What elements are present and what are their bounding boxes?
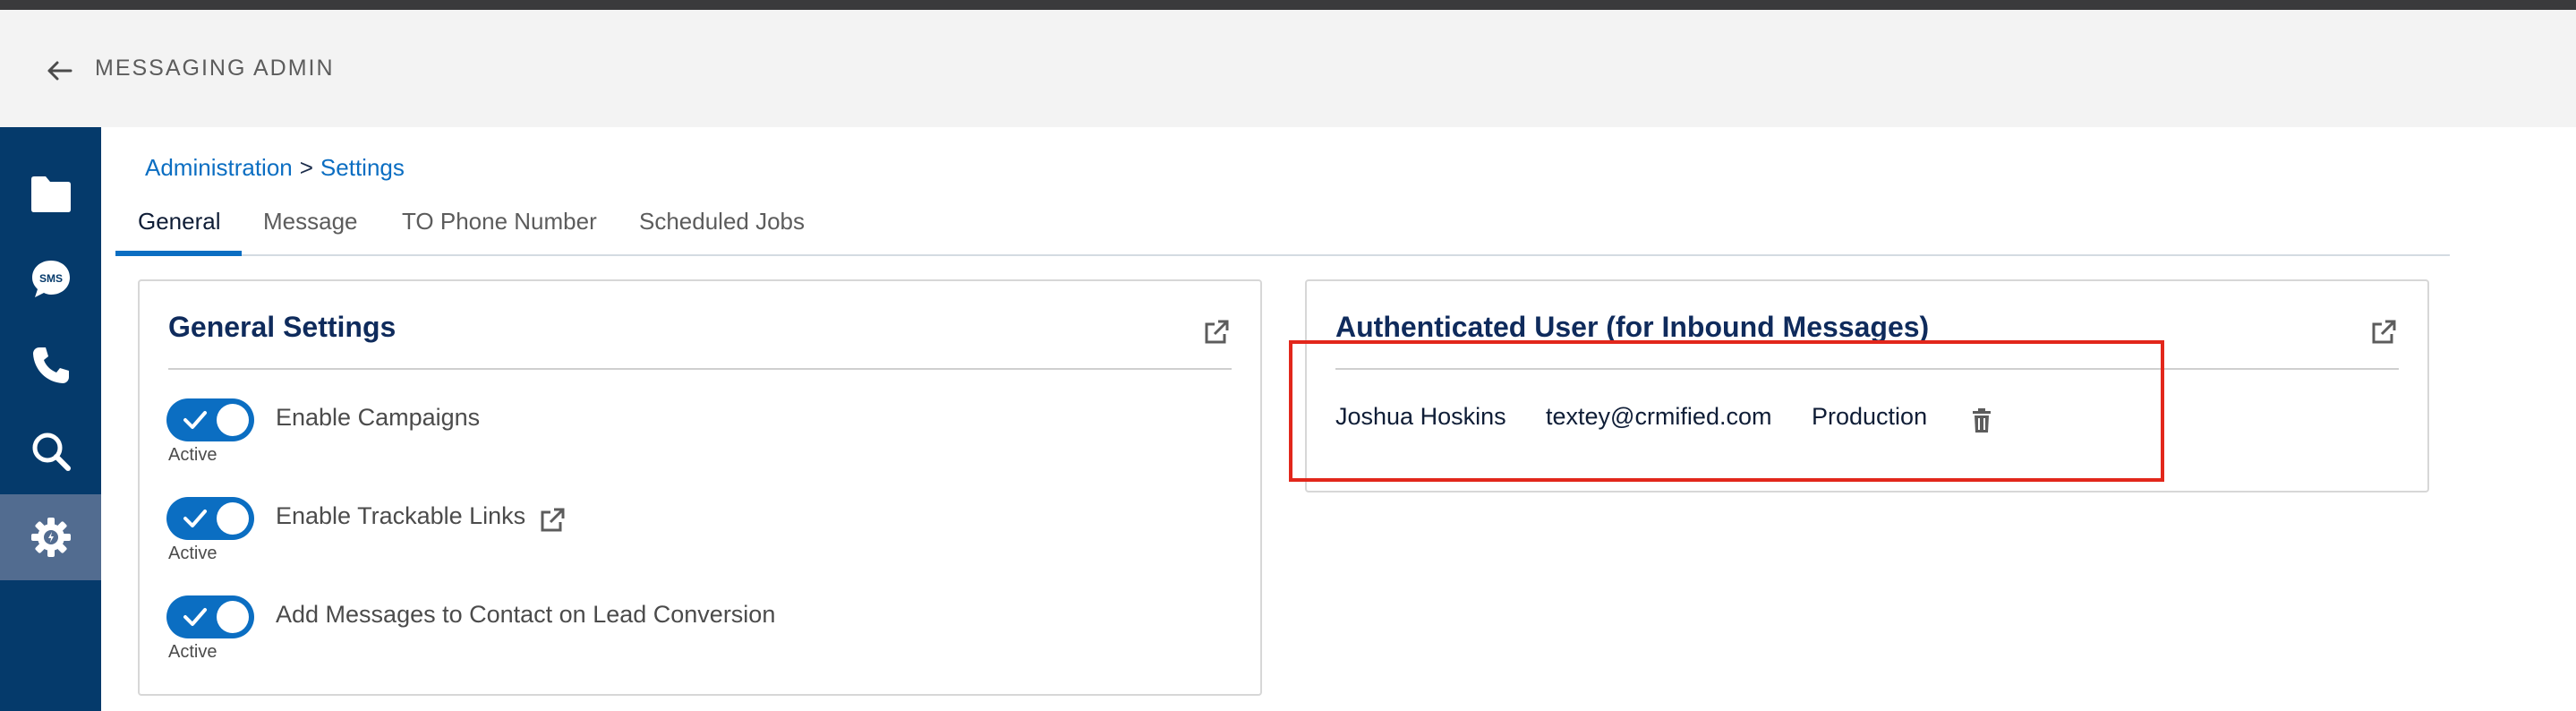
external-link-icon[interactable] bbox=[1203, 319, 1230, 346]
tab-scheduled-jobs[interactable]: Scheduled Jobs bbox=[639, 208, 805, 256]
gear-icon bbox=[30, 518, 71, 557]
breadcrumb: Administration > Settings bbox=[145, 154, 405, 182]
enable-campaigns-status: Active bbox=[168, 445, 218, 465]
external-link-icon[interactable] bbox=[2370, 319, 2397, 346]
app-header: MESSAGING ADMIN bbox=[0, 10, 2576, 127]
enable-trackable-links-toggle[interactable] bbox=[166, 497, 254, 540]
external-link-icon[interactable] bbox=[539, 507, 566, 534]
enable-trackable-links-label: Enable Trackable Links bbox=[276, 502, 526, 529]
phone-icon bbox=[32, 347, 69, 383]
breadcrumb-administration-link[interactable]: Administration bbox=[145, 154, 293, 181]
general-settings-title: General Settings bbox=[168, 311, 397, 343]
enable-campaigns-toggle[interactable] bbox=[166, 398, 254, 441]
sms-icon: SMS bbox=[31, 261, 70, 297]
sidebar-item-sms[interactable]: SMS bbox=[0, 236, 101, 322]
card-divider bbox=[168, 368, 1232, 370]
toggle-knob bbox=[217, 404, 249, 436]
tab-to-phone-number[interactable]: TO Phone Number bbox=[402, 208, 597, 256]
add-messages-to-contact-toggle[interactable] bbox=[166, 595, 254, 638]
active-tab-indicator bbox=[115, 251, 242, 256]
search-icon bbox=[32, 433, 71, 471]
enable-trackable-links-status: Active bbox=[168, 544, 218, 563]
breadcrumb-separator: > bbox=[299, 154, 313, 181]
tab-message[interactable]: Message bbox=[263, 208, 358, 256]
authenticated-user-title: Authenticated User (for Inbound Messages… bbox=[1335, 311, 1930, 343]
window-top-bar bbox=[0, 0, 2576, 10]
enable-campaigns-label: Enable Campaigns bbox=[276, 404, 481, 431]
sidebar-item-settings[interactable] bbox=[0, 494, 101, 580]
sidebar-item-calls[interactable] bbox=[0, 322, 101, 408]
check-icon bbox=[183, 510, 207, 527]
arrow-left-icon bbox=[47, 61, 73, 81]
add-messages-to-contact-label: Add Messages to Contact on Lead Conversi… bbox=[276, 601, 776, 628]
breadcrumb-settings-link[interactable]: Settings bbox=[320, 154, 405, 181]
tab-general[interactable]: General bbox=[138, 208, 221, 256]
highlight-annotation-box bbox=[1289, 340, 2164, 482]
check-icon bbox=[183, 608, 207, 626]
back-button[interactable] bbox=[43, 55, 75, 87]
toggle-knob bbox=[217, 502, 249, 535]
toggle-knob bbox=[217, 601, 249, 633]
app-title: MESSAGING ADMIN bbox=[95, 56, 335, 81]
folder-icon bbox=[30, 176, 71, 212]
add-messages-to-contact-status: Active bbox=[168, 642, 218, 662]
svg-text:SMS: SMS bbox=[38, 272, 62, 285]
tab-bar: General Message TO Phone Number Schedule… bbox=[115, 202, 2450, 256]
sidebar-item-search[interactable] bbox=[0, 408, 101, 494]
check-icon bbox=[183, 411, 207, 429]
sidebar-item-files[interactable] bbox=[0, 150, 101, 236]
